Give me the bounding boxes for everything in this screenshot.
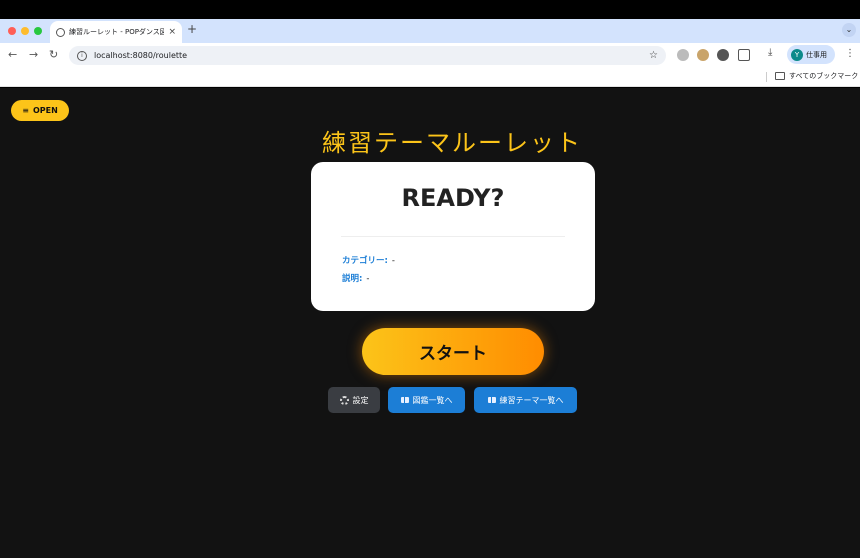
minimize-window-dot[interactable] (21, 27, 29, 35)
zukan-list-button[interactable]: 図鑑一覧へ (388, 387, 465, 413)
tab-title: 練習ルーレット - POPダンス図鑑 (69, 28, 165, 36)
tab-strip: 練習ルーレット - POPダンス図鑑 × + ⌄ (0, 19, 860, 43)
site-info-icon[interactable]: i (77, 50, 87, 61)
bookmarks-divider (766, 72, 767, 82)
address-bar[interactable]: i localhost:8080/roulette ☆ (69, 46, 666, 65)
extension-icon-3[interactable] (717, 49, 729, 61)
maximize-window-dot[interactable] (34, 27, 42, 35)
profile-label: 仕事用 (806, 50, 827, 59)
book-icon (487, 397, 496, 403)
bookmarks-bar: すべてのブックマーク (0, 67, 860, 87)
extensions-puzzle-icon[interactable] (738, 49, 750, 61)
extension-icon-2[interactable] (697, 49, 709, 61)
reload-icon[interactable]: ↻ (49, 48, 58, 61)
gear-icon (339, 395, 349, 405)
result-card: READY? カテゴリー: - 説明: - (311, 162, 595, 311)
globe-icon (56, 27, 65, 37)
extension-icon-1[interactable] (677, 49, 689, 61)
open-label: OPEN (32, 106, 58, 115)
os-top-bar (0, 0, 860, 19)
all-bookmarks-label: すべてのブックマーク (789, 72, 859, 80)
result-heading: READY? (401, 184, 505, 212)
zukan-list-label: 図鑑一覧へ (412, 395, 453, 405)
category-value: - (391, 256, 395, 266)
tab-search-button[interactable]: ⌄ (842, 23, 856, 37)
category-row: カテゴリー: - (342, 254, 395, 266)
forward-icon[interactable]: → (29, 48, 38, 61)
url-text[interactable]: localhost:8080/roulette (94, 51, 649, 60)
theme-list-button[interactable]: 練習テーマ一覧へ (474, 387, 577, 413)
download-icon[interactable]: ⤓ (768, 47, 772, 58)
tab-roulette[interactable]: 練習ルーレット - POPダンス図鑑 × (50, 21, 182, 43)
description-value: - (366, 274, 370, 284)
page-title: 練習テーマルーレット (322, 129, 582, 157)
start-button[interactable]: スタート (362, 328, 544, 375)
description-row: 説明: - (342, 272, 369, 284)
page-content: ≡ OPEN 練習テーマルーレット READY? カテゴリー: - 説明: - スタ… (0, 88, 860, 558)
folder-icon (775, 72, 785, 80)
close-window-dot[interactable] (8, 27, 16, 35)
profile-button[interactable]: Y 仕事用 (787, 45, 835, 64)
description-label: 説明: (342, 274, 363, 284)
settings-button[interactable]: 設定 (328, 387, 380, 413)
browser-toolbar: ← → ↻ i localhost:8080/roulette ☆ ⤓ Y 仕事… (0, 43, 860, 67)
bookmark-star-icon[interactable]: ☆ (649, 50, 658, 61)
back-icon[interactable]: ← (8, 48, 17, 61)
all-bookmarks-button[interactable]: すべてのブックマーク (775, 71, 858, 81)
new-tab-button[interactable]: + (187, 22, 197, 36)
menu-icon: ≡ (22, 106, 29, 115)
browser-menu-icon[interactable]: ⋮ (845, 48, 855, 59)
category-label: カテゴリー: (342, 256, 388, 266)
book-icon (400, 397, 409, 403)
open-menu-button[interactable]: ≡ OPEN (11, 100, 69, 121)
settings-label: 設定 (352, 395, 369, 405)
avatar: Y (791, 48, 803, 61)
card-divider (341, 236, 565, 237)
tab-close-icon[interactable]: × (168, 27, 176, 37)
theme-list-label: 練習テーマ一覧へ (499, 395, 564, 405)
